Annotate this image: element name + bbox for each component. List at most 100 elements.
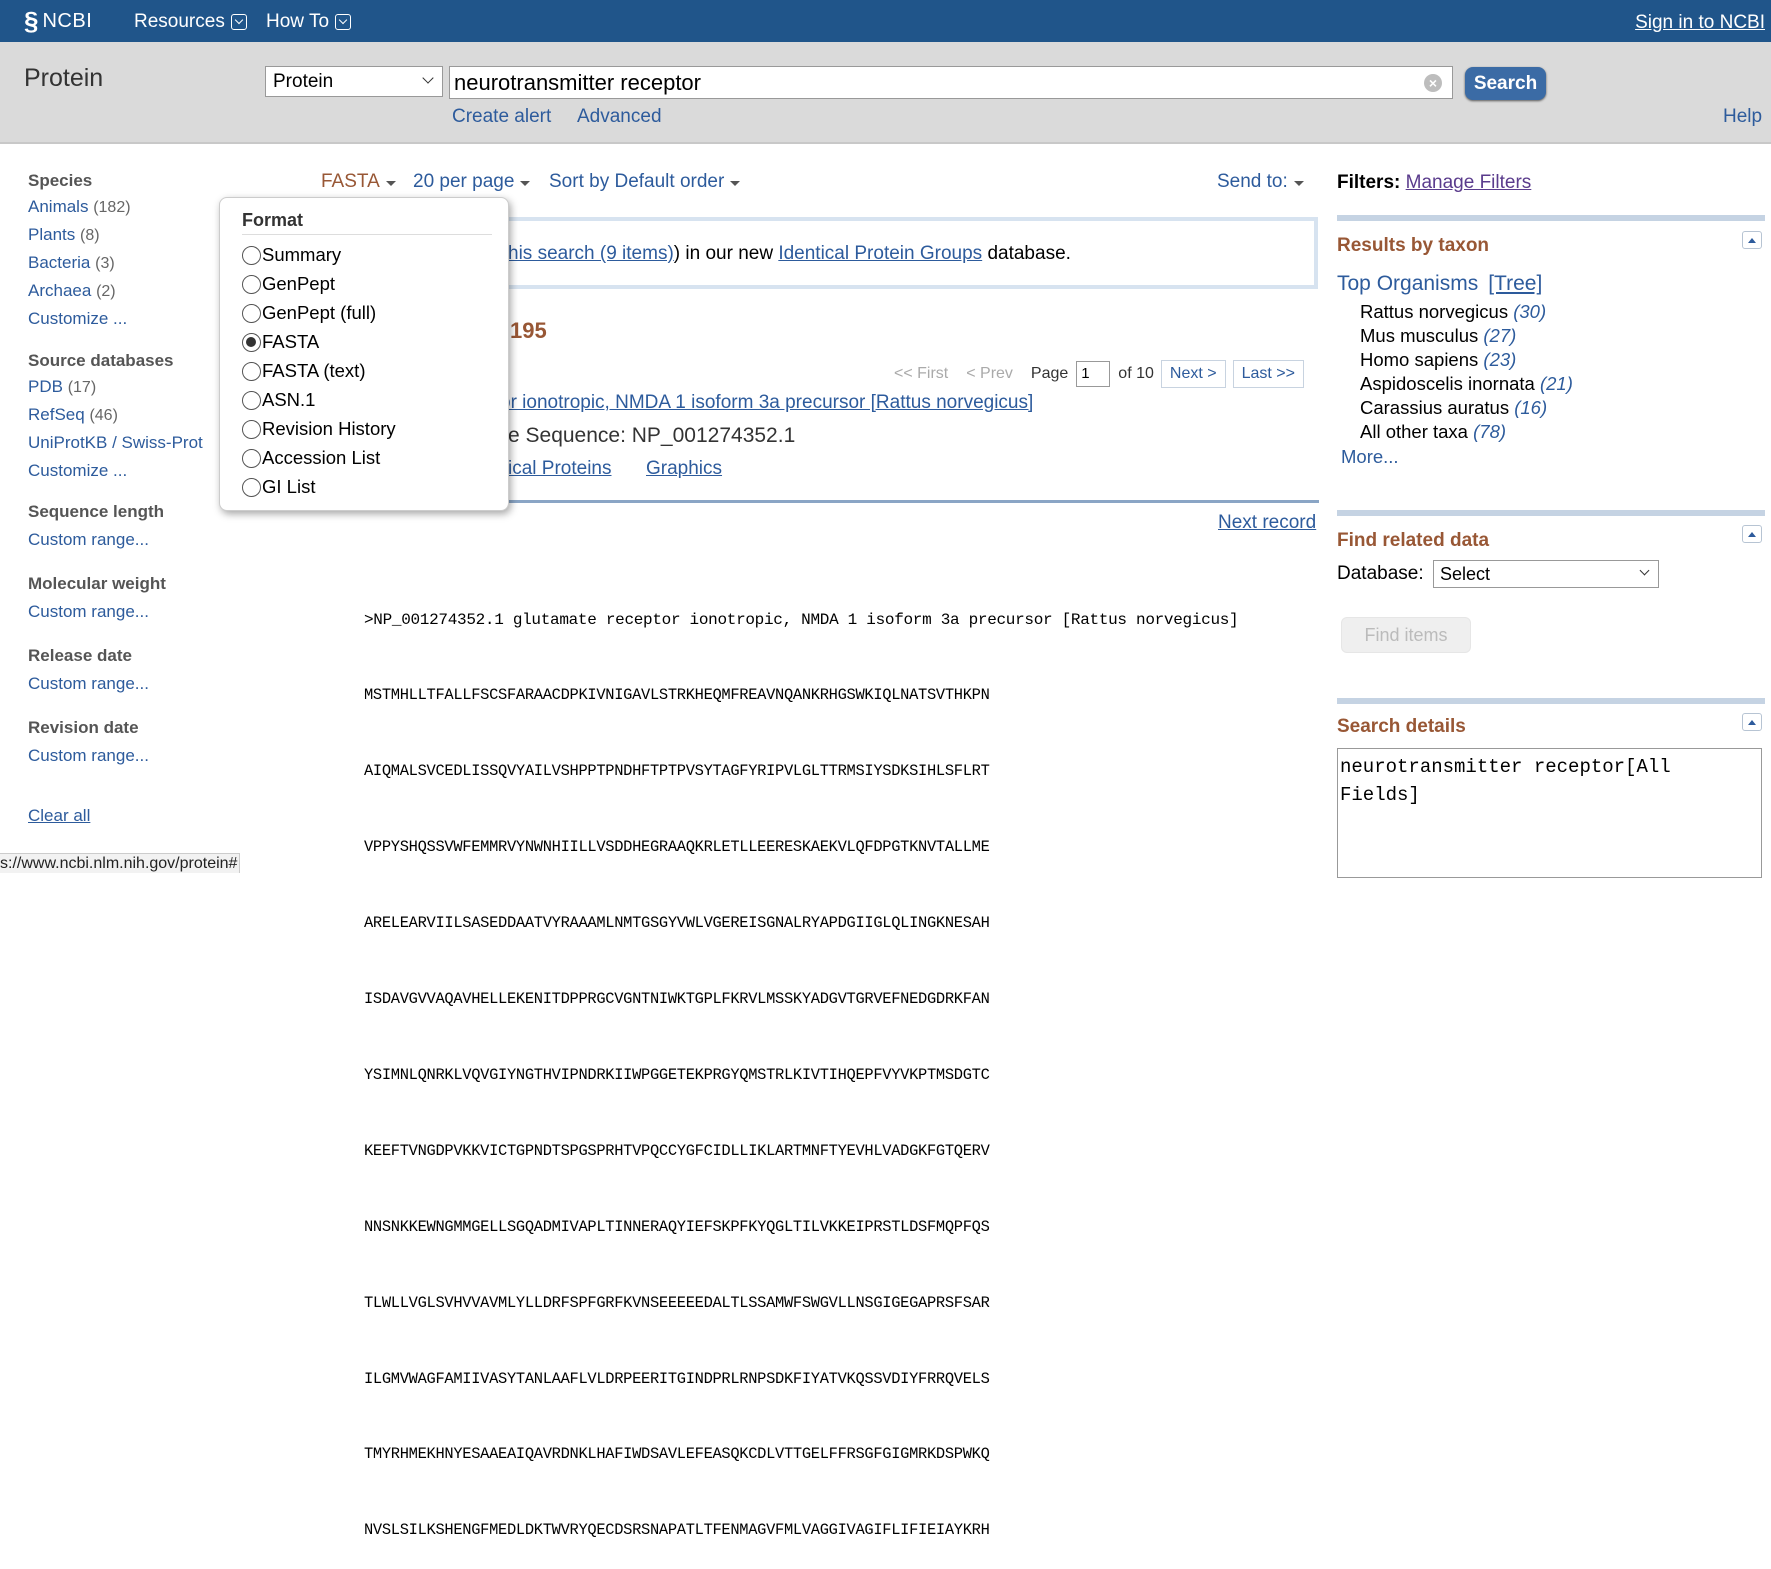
fasta-line: TLWLLVGLSVHVVAVMLYLLDRFSPFGRFKVNSEEEEEDA… — [364, 1293, 990, 1312]
filters-header: Filters: Manage Filters — [1337, 172, 1531, 194]
more-organisms-link[interactable]: More... — [1341, 446, 1399, 468]
collapse-taxon-icon[interactable] — [1742, 231, 1762, 249]
format-option-fasta[interactable]: FASTA — [242, 331, 319, 353]
search-details-heading: Search details — [1337, 716, 1466, 737]
search-details-textarea[interactable]: neurotransmitter receptor[All Fields] — [1337, 748, 1762, 878]
search-input[interactable]: neurotransmitter receptor × — [449, 66, 1453, 99]
first-page-button[interactable]: << First — [894, 365, 948, 383]
filter-pdb[interactable]: PDB (17) — [28, 377, 203, 397]
revision-date-custom-range[interactable]: Custom range... — [28, 746, 149, 766]
customize-source-link[interactable]: Customize ... — [28, 461, 203, 481]
next-record-link[interactable]: Next record — [1218, 512, 1316, 534]
molecular-weight-custom-range[interactable]: Custom range... — [28, 602, 166, 622]
filter-refseq[interactable]: RefSeq (46) — [28, 405, 203, 425]
create-alert-link[interactable]: Create alert — [452, 106, 551, 128]
identical-protein-groups-link[interactable]: Identical Protein Groups — [778, 243, 982, 264]
organism-item[interactable]: Homo sapiens (23) — [1360, 349, 1573, 373]
find-items-button[interactable]: Find items — [1341, 617, 1471, 653]
clear-search-icon[interactable]: × — [1424, 74, 1442, 92]
organism-item[interactable]: Mus musculus (27) — [1360, 325, 1573, 349]
filter-plants[interactable]: Plants (8) — [28, 225, 131, 245]
organism-count: (23) — [1483, 349, 1517, 370]
filter-archaea[interactable]: Archaea (2) — [28, 281, 131, 301]
filter-animals[interactable]: Animals (182) — [28, 197, 131, 217]
record-title-link[interactable]: or ionotropic, NMDA 1 isoform 3a precurs… — [500, 392, 1033, 414]
format-option-genpept-full[interactable]: GenPept (full) — [242, 302, 376, 324]
radio-icon — [242, 245, 261, 265]
sequence-length-filter: Sequence length Custom range... — [28, 502, 164, 550]
result-count: 195 — [510, 318, 547, 343]
next-page-button[interactable]: Next > — [1160, 359, 1226, 388]
filters-label: Filters: — [1337, 172, 1401, 193]
fasta-line: NNSNKKEWNGMMGELLSGQADMIVAPLTINNERAQYIEFS… — [364, 1217, 990, 1236]
format-option-revision-history[interactable]: Revision History — [242, 418, 396, 440]
prev-page-button[interactable]: < Prev — [966, 365, 1013, 383]
revision-date-filter: Revision date Custom range... — [28, 718, 149, 766]
fasta-line: NVSLSILKSHENGFMEDLDKTWVRYQECDSRSNAPATLTF… — [364, 1521, 990, 1540]
top-organisms-link[interactable]: Top Organisms — [1337, 272, 1478, 295]
fasta-line: KEEFTVNGDPVKKVICTGPNDTSPGSPRHTVPQCCYGFCI… — [364, 1141, 990, 1160]
organism-count: (27) — [1483, 325, 1517, 346]
browser-status-bar: s://www.ncbi.nlm.nih.gov/protein# — [0, 853, 241, 873]
format-control[interactable]: FASTA — [321, 171, 396, 193]
organism-item[interactable]: Aspidoscelis inornata (21) — [1360, 373, 1573, 397]
related-database-select[interactable]: Select — [1433, 560, 1659, 588]
fasta-line: YSIMNLQNRKLVQVGIYNGTHVIPNDRKIIWPGGETEKPR… — [364, 1065, 990, 1084]
organism-name: All other taxa — [1360, 421, 1468, 442]
howto-menu[interactable]: How To — [266, 11, 352, 33]
organism-item[interactable]: All other taxa (78) — [1360, 421, 1573, 445]
organism-item[interactable]: Carassius auratus (16) — [1360, 397, 1573, 421]
fasta-header: >NP_001274352.1 glutamate receptor ionot… — [364, 610, 1239, 629]
sort-control[interactable]: Sort by Default order — [549, 171, 741, 193]
send-to-control[interactable]: Send to: — [1217, 171, 1304, 193]
format-option-accession-list[interactable]: Accession List — [242, 447, 380, 469]
customize-species-link[interactable]: Customize ... — [28, 309, 131, 329]
filter-count: (46) — [89, 407, 118, 424]
collapse-details-icon[interactable] — [1742, 713, 1762, 731]
graphics-link[interactable]: Graphics — [646, 458, 722, 480]
ncbi-logo-icon: § — [24, 6, 39, 36]
advanced-search-link[interactable]: Advanced — [577, 106, 662, 128]
collapse-related-icon[interactable] — [1742, 525, 1762, 543]
organism-count: (30) — [1513, 301, 1547, 322]
filter-label: RefSeq — [28, 405, 85, 424]
organism-item[interactable]: Rattus norvegicus (30) — [1360, 301, 1573, 325]
filter-uniprot[interactable]: UniProtKB / Swiss-Prot — [28, 433, 203, 453]
filter-bacteria[interactable]: Bacteria (3) — [28, 253, 131, 273]
per-page-control[interactable]: 20 per page — [413, 171, 531, 193]
format-option-asn1[interactable]: ASN.1 — [242, 389, 315, 411]
organism-count: (21) — [1539, 373, 1573, 394]
release-date-custom-range[interactable]: Custom range... — [28, 674, 149, 694]
search-button[interactable]: Search — [1465, 67, 1546, 100]
identical-proteins-link[interactable]: ical Proteins — [508, 458, 612, 480]
ncbi-logo[interactable]: § NCBI — [24, 6, 92, 36]
ipg-message: his search (9 items)) in our new Identic… — [508, 243, 1071, 265]
format-option-genpept[interactable]: GenPept — [242, 273, 335, 295]
find-related-data-heading: Find related data — [1337, 530, 1490, 551]
format-option-gi-list[interactable]: GI List — [242, 476, 315, 498]
sign-in-link[interactable]: Sign in to NCBI — [1635, 12, 1765, 34]
filter-label: Animals — [28, 197, 89, 216]
page-number-input[interactable]: 1 — [1076, 360, 1111, 387]
manage-filters-link[interactable]: Manage Filters — [1406, 172, 1532, 193]
help-link[interactable]: Help — [1723, 106, 1762, 128]
sequence-length-custom-range[interactable]: Custom range... — [28, 530, 164, 550]
filter-label: Archaea — [28, 281, 92, 300]
tree-link[interactable]: [Tree] — [1488, 272, 1542, 295]
fasta-line: ARELEARVIILSASEDDAATVYRAAAMLNMTGSGYVWLVG… — [364, 914, 990, 933]
chevron-down-icon — [422, 72, 434, 84]
filter-count: (8) — [79, 227, 100, 244]
revision-date-heading: Revision date — [28, 718, 139, 737]
this-search-link[interactable]: his search (9 items) — [508, 243, 674, 264]
database-select[interactable]: Protein — [265, 66, 443, 97]
radio-icon — [242, 477, 261, 497]
database-title: Protein — [24, 64, 104, 92]
last-page-button[interactable]: Last >> — [1232, 359, 1304, 388]
filter-count: (182) — [93, 199, 131, 216]
format-option-fasta-text[interactable]: FASTA (text) — [242, 360, 365, 382]
format-option-summary[interactable]: Summary — [242, 244, 341, 266]
clear-all-link[interactable]: Clear all — [28, 806, 90, 826]
filter-label: Plants — [28, 225, 76, 244]
filter-count: (17) — [67, 379, 97, 396]
resources-menu[interactable]: Resources — [134, 11, 247, 33]
